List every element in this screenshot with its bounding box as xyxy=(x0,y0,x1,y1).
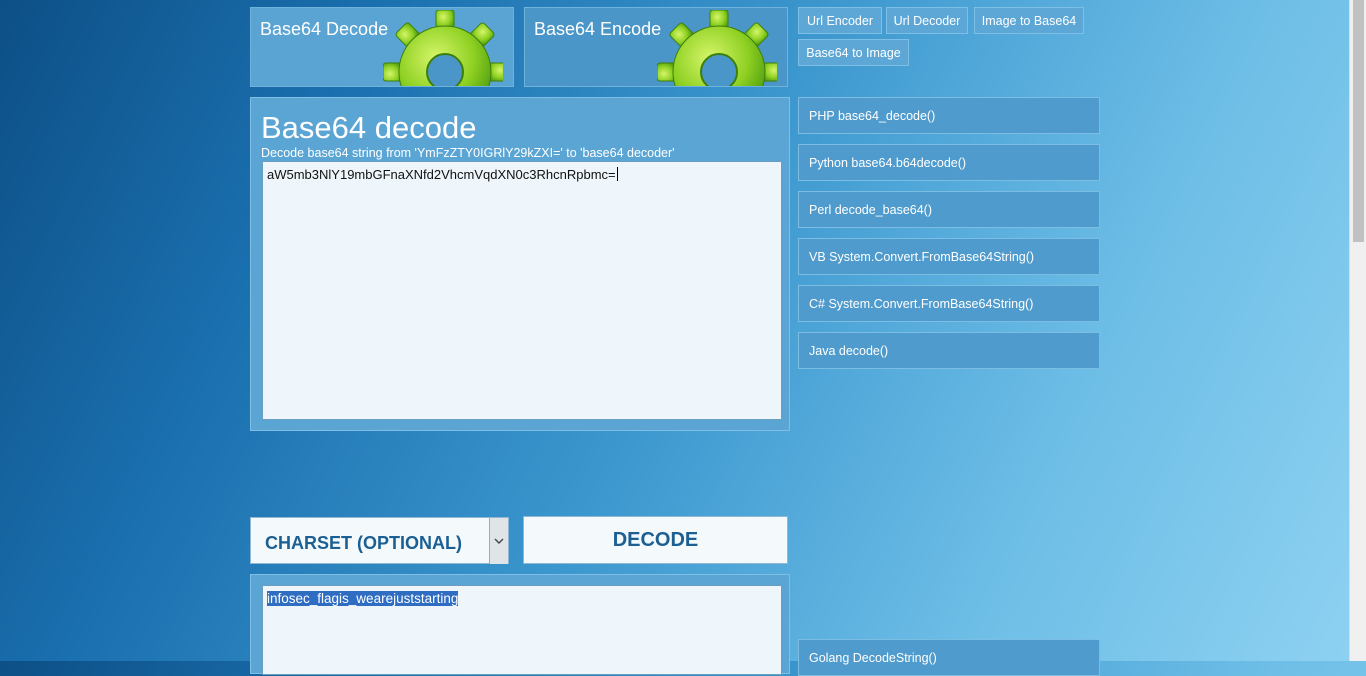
charset-select[interactable]: CHARSET (OPTIONAL) xyxy=(250,517,509,564)
sidebar-item-csharp[interactable]: C# System.Convert.FromBase64String() xyxy=(798,285,1100,322)
sidebar-item-golang[interactable]: Golang DecodeString() xyxy=(798,639,1100,676)
base64-to-image-button[interactable]: Base64 to Image xyxy=(798,39,909,66)
url-encoder-button[interactable]: Url Encoder xyxy=(798,7,882,34)
decode-panel: Base64 decode Decode base64 string from … xyxy=(250,97,790,431)
sidebar-item-java[interactable]: Java decode() xyxy=(798,332,1100,369)
base64-encode-tile[interactable]: Base64 Encode xyxy=(524,7,788,87)
gear-icon xyxy=(657,10,777,86)
base64-input-textarea[interactable]: aW5mb3NlY19mbGFnaXNfd2VhcmVqdXN0c3RhcnRp… xyxy=(262,161,782,420)
gear-icon xyxy=(383,10,503,86)
image-to-base64-button[interactable]: Image to Base64 xyxy=(974,7,1084,34)
sidebar-item-php[interactable]: PHP base64_decode() xyxy=(798,97,1100,134)
page-title: Base64 decode xyxy=(261,110,477,145)
output-text: infosec_flagis_wearejuststarting xyxy=(267,591,459,606)
page-subtitle: Decode base64 string from 'YmFzZTY0IGRlY… xyxy=(261,146,675,160)
decode-tile-title: Base64 Decode xyxy=(260,19,389,39)
chevron-down-icon[interactable] xyxy=(489,518,508,564)
charset-select-label: CHARSET (OPTIONAL) xyxy=(265,533,462,553)
decode-button[interactable]: DECODE xyxy=(523,516,788,564)
encode-tile-title: Base64 Encode xyxy=(534,19,662,39)
page-scrollbar[interactable] xyxy=(1349,0,1366,661)
sidebar-item-perl[interactable]: Perl decode_base64() xyxy=(798,191,1100,228)
decoded-output-textarea[interactable]: infosec_flagis_wearejuststarting xyxy=(262,585,782,675)
text-caret xyxy=(616,167,618,181)
base64-decode-tile[interactable]: Base64 Decode xyxy=(250,7,514,87)
output-panel: infosec_flagis_wearejuststarting xyxy=(250,574,790,675)
input-text: aW5mb3NlY19mbGFnaXNfd2VhcmVqdXN0c3RhcnRp… xyxy=(267,167,616,182)
scrollbar-thumb[interactable] xyxy=(1353,0,1364,242)
sidebar-item-vb[interactable]: VB System.Convert.FromBase64String() xyxy=(798,238,1100,275)
sidebar-item-python[interactable]: Python base64.b64decode() xyxy=(798,144,1100,181)
url-decoder-button[interactable]: Url Decoder xyxy=(886,7,968,34)
